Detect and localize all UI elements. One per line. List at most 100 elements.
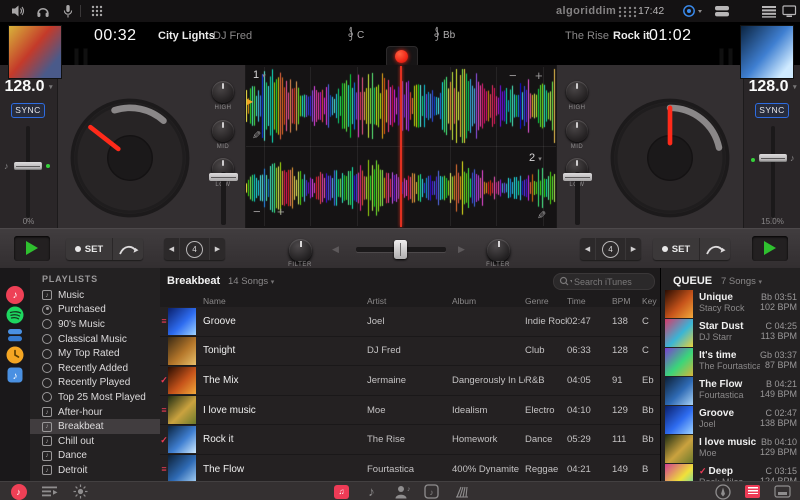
deck2-pitch-bend-button[interactable]: [699, 238, 730, 260]
playlist-item-after-hour[interactable]: ♪After-hour: [30, 405, 160, 420]
playlist-item-recently-played[interactable]: Recently Played: [30, 376, 160, 391]
queue-item[interactable]: Star DustDJ StarrC 04:25113 BPM: [661, 319, 800, 348]
table-row[interactable]: TonightDJ FredClub06:33128C: [160, 337, 660, 367]
song-artist: Fourtastica: [367, 464, 452, 475]
deck1-eq-mid-knob[interactable]: [212, 120, 234, 142]
deck2-zoom-in-button[interactable]: +: [277, 207, 285, 217]
deck2-eq-high-knob[interactable]: [566, 81, 588, 103]
compass-icon[interactable]: [714, 483, 731, 500]
deck1-volume-handle[interactable]: [209, 173, 238, 181]
music-note-icon[interactable]: ♪: [363, 483, 380, 500]
itunes-icon[interactable]: ♪: [10, 483, 27, 500]
deck2-filter-knob[interactable]: [487, 239, 510, 262]
queue-song-count[interactable]: 7 Songs ▾: [721, 276, 762, 287]
deck1-wave-label[interactable]: 1 ▾: [253, 69, 266, 81]
table-row[interactable]: ≡I love musicMoeIdealismElectro04:10129B…: [160, 396, 660, 426]
microphone-icon[interactable]: [61, 4, 75, 18]
deck2-play-button[interactable]: [752, 236, 788, 261]
queue-album-art: [665, 348, 693, 376]
deck1-filter-knob[interactable]: [289, 239, 312, 262]
deck1-bpm[interactable]: 128.0 ▾: [0, 78, 57, 96]
record-session-menu-icon[interactable]: [682, 4, 704, 18]
deck1-zoom-out-button[interactable]: −: [509, 71, 517, 81]
table-column-headers[interactable]: Name Artist Album Genre Time BPM Key: [160, 294, 660, 308]
search-box[interactable]: [553, 273, 655, 290]
deck1-play-button[interactable]: [14, 236, 50, 261]
playlist-item-classical-music[interactable]: Classical Music: [30, 332, 160, 347]
queue-item[interactable]: GrooveJoelC 02:47138 BPM: [661, 406, 800, 435]
deck2-loop-double-button[interactable]: ▶: [625, 238, 641, 260]
table-row[interactable]: ✓The MixJermaineDangerously In LoveR&B04…: [160, 366, 660, 396]
playlist-item-top-25-most-played[interactable]: Top 25 Most Played: [30, 390, 160, 405]
deck1-loop-toggle[interactable]: 4: [179, 238, 209, 260]
display-icon[interactable]: [782, 4, 797, 18]
decks-view-icon[interactable]: [714, 4, 730, 18]
deck1-tempo-handle[interactable]: [14, 162, 42, 170]
deck1-eq-high-knob[interactable]: [212, 81, 234, 103]
queue-item[interactable]: ✓DeepRock MilesC 03:15124 BPM: [661, 464, 800, 481]
deck2-tempo-handle[interactable]: [759, 154, 787, 162]
playlist-item-recently-added[interactable]: Recently Added: [30, 361, 160, 376]
volume-icon[interactable]: [11, 4, 25, 18]
instruments-icon[interactable]: [453, 483, 470, 500]
spotify-source-icon[interactable]: [6, 306, 24, 324]
deck2-zoom-out-button[interactable]: −: [253, 207, 261, 217]
media-folder-source-icon[interactable]: ♪: [6, 366, 24, 384]
playlist-item-my-top-rated[interactable]: My Top Rated: [30, 346, 160, 361]
queue-item[interactable]: It's timeThe FourtasticaGb 03:3787 BPM: [661, 348, 800, 377]
brightness-icon[interactable]: [72, 483, 89, 500]
library-grid-icon-active[interactable]: ♫: [333, 483, 350, 500]
playlist-item-90-s-music[interactable]: 90's Music: [30, 317, 160, 332]
library-bars-source-icon[interactable]: [6, 326, 24, 344]
deck1-pitch-bend-button[interactable]: [112, 238, 143, 260]
deck1-loop-halve-button[interactable]: ◀: [164, 238, 179, 260]
table-song-count[interactable]: 14 Songs ▾: [228, 276, 274, 287]
deck2-wave-label[interactable]: 2 ▾: [529, 152, 542, 164]
deck2-eq-mid-knob[interactable]: [566, 120, 588, 142]
deck2-volume-handle[interactable]: [563, 173, 592, 181]
deck2-jog-wheel[interactable]: [605, 93, 735, 223]
play-queue-icon[interactable]: [41, 483, 58, 500]
deck2-sync-button[interactable]: SYNC: [755, 103, 789, 118]
deck1-edit-pencil-icon[interactable]: ✎: [252, 129, 261, 142]
deck2-loop-halve-button[interactable]: ◀: [580, 238, 595, 260]
history-clock-source-icon[interactable]: [6, 346, 24, 364]
search-input[interactable]: [572, 276, 654, 288]
playlist-item-music[interactable]: ♪Music: [30, 288, 160, 303]
album-icon[interactable]: ♪: [423, 483, 440, 500]
deck1-jog-wheel[interactable]: [65, 93, 195, 223]
playlist-item-breakbeat[interactable]: ♪Breakbeat: [30, 419, 160, 434]
device-dock-icon[interactable]: [774, 483, 791, 500]
apps-grid-icon[interactable]: [90, 4, 104, 18]
list-view-icon[interactable]: [761, 4, 777, 18]
table-row[interactable]: ≡GrooveJoelIndie Rock02:47138C: [160, 307, 660, 337]
deck1-sync-button[interactable]: SYNC: [11, 103, 45, 118]
deck2-tempo-slider[interactable]: [771, 126, 775, 218]
queue-song-title: Deep: [709, 466, 733, 477]
deck2-edit-pencil-icon[interactable]: ✎: [537, 209, 546, 222]
deck1-zoom-in-button[interactable]: +: [535, 71, 543, 81]
deck2-bpm[interactable]: 128.0 ▾: [744, 78, 800, 96]
deck1-loop-double-button[interactable]: ▶: [209, 238, 225, 260]
queue-item[interactable]: The FlowFourtasticaB 04:21149 BPM: [661, 377, 800, 406]
headphones-icon[interactable]: [36, 4, 50, 18]
playlist-item-purchased[interactable]: Purchased: [30, 303, 160, 318]
deck1-tempo-slider[interactable]: [26, 126, 30, 218]
playlist-item-chill-out[interactable]: ♪Chill out: [30, 434, 160, 449]
crossfader-handle[interactable]: [394, 240, 407, 259]
queue-item[interactable]: I love musicMoeBb 04:10129 BPM: [661, 435, 800, 464]
deck1-tempo-match-dot: [46, 164, 50, 168]
song-key: C: [642, 316, 660, 327]
svg-text:♪: ♪: [430, 488, 434, 497]
deck2-loop-toggle[interactable]: 4: [595, 238, 625, 260]
deck2-set-cue-button[interactable]: SET: [653, 238, 699, 260]
song-list-icon-active[interactable]: [744, 483, 761, 500]
playlist-item-dance[interactable]: ♪Dance: [30, 449, 160, 464]
queue-item[interactable]: UniqueStacy RockBb 03:51102 BPM: [661, 290, 800, 319]
table-row[interactable]: ≡The FlowFourtastica400% DynamiteReggae0…: [160, 455, 660, 481]
table-row[interactable]: ✓Rock itThe RiseHomeworkDance05:29111Bb: [160, 425, 660, 455]
playlist-item-detroit[interactable]: ♪Detroit: [30, 463, 160, 478]
itunes-source-icon[interactable]: ♪: [6, 286, 24, 304]
deck1-set-cue-button[interactable]: SET: [66, 238, 112, 260]
artist-icon[interactable]: ♪: [393, 483, 410, 500]
